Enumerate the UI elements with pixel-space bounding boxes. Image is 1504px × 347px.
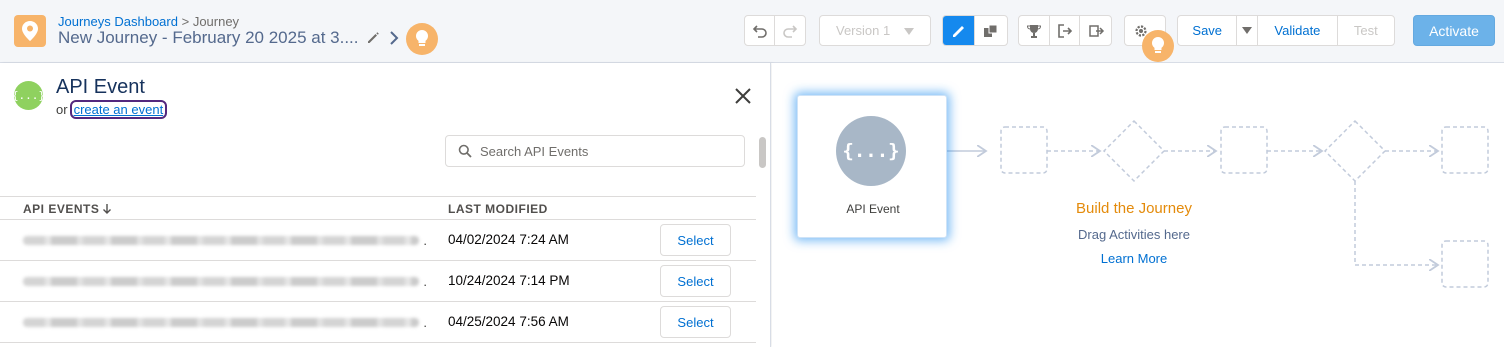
redo-icon [783, 24, 798, 38]
pencil-icon[interactable] [366, 31, 380, 50]
learn-more-link[interactable]: Learn More [1034, 251, 1234, 266]
version-label: Version 1 [836, 23, 891, 38]
table-header: API EVENTS LAST MODIFIED [0, 196, 756, 220]
last-modified-cell: 04/25/2024 7:56 AM [448, 314, 569, 329]
move-mode-button[interactable] [975, 16, 1007, 45]
redo-button[interactable] [775, 16, 805, 45]
create-event-link[interactable]: create an event [69, 100, 168, 119]
search-api-events[interactable] [445, 135, 745, 167]
api-events-table: API EVENTS LAST MODIFIED . 04/02/2024 7:… [0, 196, 756, 343]
chevron-right-icon[interactable] [389, 31, 399, 50]
event-name-redacted: . [23, 315, 427, 330]
mode-toggle-group [942, 15, 1008, 46]
api-event-icon: {...} [12, 81, 45, 110]
entry-source-label: API Event [846, 202, 900, 216]
select-button[interactable]: Select [660, 224, 731, 256]
or-text: or [56, 102, 68, 117]
entry-source-card[interactable]: {...} API Event [797, 95, 947, 238]
table-row: . 04/02/2024 7:24 AM Select [0, 220, 756, 261]
panel-subtitle: or create an event [56, 100, 168, 119]
exit-icon [1057, 23, 1072, 38]
scrollbar[interactable] [759, 137, 766, 168]
select-button[interactable]: Select [660, 265, 731, 297]
select-button[interactable]: Select [660, 306, 731, 338]
edit-mode-button[interactable] [943, 16, 976, 45]
column-header-api-events[interactable]: API EVENTS [23, 202, 112, 216]
last-modified-cell: 10/24/2024 7:14 PM [448, 273, 570, 288]
undo-button[interactable] [745, 16, 776, 45]
breadcrumb: Journeys Dashboard > Journey [58, 14, 239, 29]
journey-title[interactable]: New Journey - February 20 2025 at 3.... [58, 28, 359, 48]
lightbulb-icon[interactable] [1142, 30, 1174, 62]
column-label: API EVENTS [23, 202, 100, 216]
activate-button[interactable]: Activate [1413, 15, 1495, 46]
exit-criteria-button[interactable] [1050, 16, 1081, 45]
journey-tools-group [1018, 15, 1112, 46]
api-event-panel: {...} API Event or create an event API E… [0, 63, 771, 347]
undo-redo-group [744, 15, 806, 46]
lightbulb-icon[interactable] [406, 23, 438, 55]
last-modified-cell: 04/02/2024 7:24 AM [448, 232, 569, 247]
save-options-button[interactable] [1237, 16, 1259, 45]
journey-canvas[interactable]: {...} API Event Build the Journey Drag A… [772, 63, 1504, 347]
breadcrumb-separator: > [181, 14, 190, 29]
journey-actions-group: Save Validate Test [1177, 15, 1395, 46]
sync-icon [1088, 24, 1104, 37]
undo-icon [752, 24, 767, 38]
sync-button[interactable] [1080, 16, 1111, 45]
api-event-icon: {...} [836, 116, 906, 186]
close-icon[interactable] [734, 87, 752, 110]
column-header-last-modified[interactable]: LAST MODIFIED [448, 202, 548, 216]
event-name-redacted: . [23, 233, 427, 248]
journey-toolbar: Journeys Dashboard > Journey New Journey… [0, 0, 1504, 63]
search-input[interactable] [480, 143, 730, 159]
panel-title: API Event [56, 76, 145, 98]
save-button[interactable]: Save [1178, 16, 1238, 45]
breadcrumb-current: Journey [192, 14, 240, 29]
event-name-redacted: . [23, 274, 427, 289]
table-row: . 04/25/2024 7:56 AM Select [0, 302, 756, 343]
search-icon [458, 144, 472, 158]
arrow-down-icon [103, 204, 112, 214]
chevron-down-icon [904, 28, 914, 35]
chevron-down-icon [1242, 27, 1253, 34]
trophy-icon [1026, 24, 1041, 38]
build-journey-hint: Drag Activities here [1078, 227, 1190, 242]
version-select[interactable]: Version 1 [819, 15, 931, 46]
move-icon [984, 24, 998, 37]
validate-button[interactable]: Validate [1258, 16, 1338, 45]
map-pin-icon [14, 15, 46, 47]
goal-button[interactable] [1019, 16, 1050, 45]
table-row: . 10/24/2024 7:14 PM Select [0, 261, 756, 302]
breadcrumb-journeys-dashboard[interactable]: Journeys Dashboard [58, 14, 178, 29]
build-journey-title: Build the Journey [1076, 200, 1192, 217]
test-button[interactable]: Test [1338, 16, 1394, 45]
edit-icon [952, 25, 964, 37]
